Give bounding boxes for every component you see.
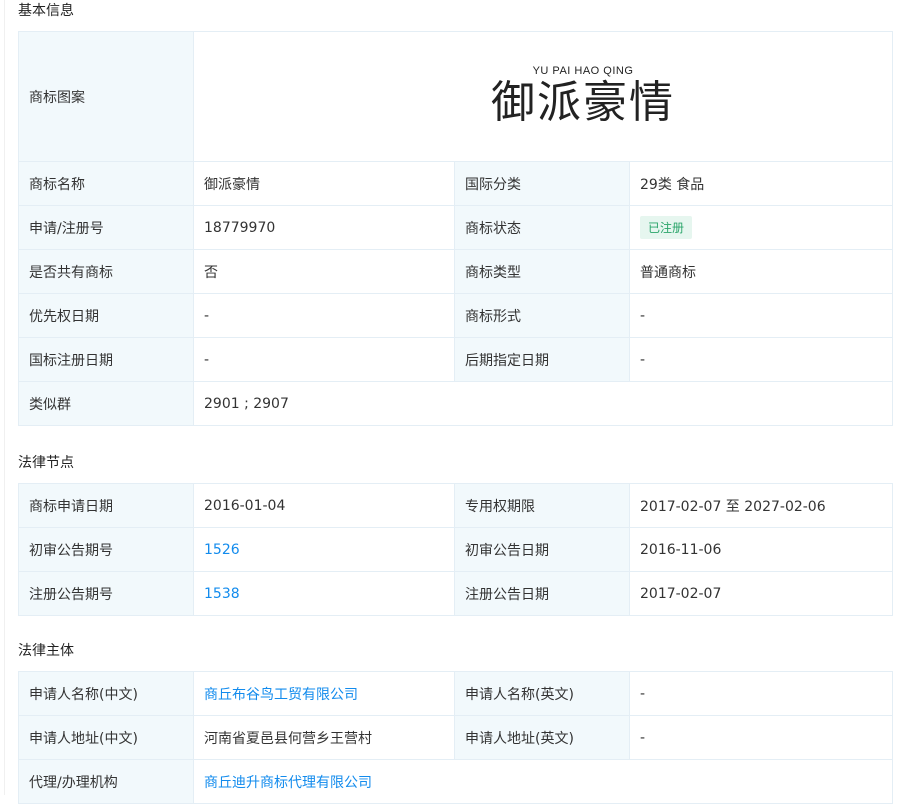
label: 申请人地址(中文) — [18, 715, 194, 760]
value: 否 — [193, 249, 455, 294]
label: 国际分类 — [454, 161, 630, 206]
legal-subject-table: 申请人名称(中文) 商丘布谷鸟工贸有限公司 申请人名称(英文) - 申请人地址(中文)… — [18, 671, 893, 804]
trademark-logo: YU PAI HAO QING 御派豪情 — [193, 31, 893, 162]
label: 类似群 — [18, 381, 194, 426]
table-row: 商标申请日期 2016-01-04 专用权期限 2017-02-07 至 2027-0… — [18, 483, 893, 528]
value: - — [629, 671, 893, 716]
table-row: 类似群 2901 ; 2907 — [18, 381, 893, 426]
label: 商标状态 — [454, 205, 630, 250]
label: 注册公告期号 — [18, 571, 194, 616]
left-divider — [4, 0, 5, 795]
logo-text: 御派豪情 — [491, 76, 675, 128]
label: 申请/注册号 — [18, 205, 194, 250]
value: - — [629, 715, 893, 760]
label: 商标申请日期 — [18, 483, 194, 528]
label: 商标类型 — [454, 249, 630, 294]
value: 2017-02-07 — [629, 571, 893, 616]
label: 初审公告期号 — [18, 527, 194, 572]
value: 河南省夏邑县何营乡王营村 — [193, 715, 455, 760]
agent-link[interactable]: 商丘迪升商标代理有限公司 — [204, 775, 372, 791]
status-badge: 已注册 — [640, 216, 693, 239]
label: 优先权日期 — [18, 293, 194, 338]
table-row: 优先权日期 - 商标形式 - — [18, 293, 893, 338]
label: 代理/办理机构 — [18, 759, 194, 804]
value: 御派豪情 — [193, 161, 455, 206]
table-row: 申请人名称(中文) 商丘布谷鸟工贸有限公司 申请人名称(英文) - — [18, 671, 893, 716]
value: 2016-01-04 — [193, 483, 455, 528]
legal-nodes-table: 商标申请日期 2016-01-04 专用权期限 2017-02-07 至 2027-0… — [18, 483, 893, 616]
announcement-link[interactable]: 1526 — [204, 542, 240, 558]
label: 专用权期限 — [454, 483, 630, 528]
table-row: 初审公告期号 1526 初审公告日期 2016-11-06 — [18, 527, 893, 572]
table-row: 申请/注册号 18779970 商标状态 已注册 — [18, 205, 893, 250]
label: 注册公告日期 — [454, 571, 630, 616]
applicant-link[interactable]: 商丘布谷鸟工贸有限公司 — [204, 687, 358, 703]
value: 普通商标 — [629, 249, 893, 294]
table-row: 商标名称 御派豪情 国际分类 29类 食品 — [18, 161, 893, 206]
table-row: 申请人地址(中文) 河南省夏邑县何营乡王营村 申请人地址(英文) - — [18, 715, 893, 760]
label: 申请人地址(英文) — [454, 715, 630, 760]
announcement-link[interactable]: 1538 — [204, 586, 240, 602]
label: 后期指定日期 — [454, 337, 630, 382]
value: 已注册 — [629, 205, 893, 250]
value: - — [629, 337, 893, 382]
value: - — [629, 293, 893, 338]
label-logo: 商标图案 — [18, 31, 194, 162]
label: 初审公告日期 — [454, 527, 630, 572]
label: 商标形式 — [454, 293, 630, 338]
value: 18779970 — [193, 205, 455, 250]
label: 国标注册日期 — [18, 337, 194, 382]
value: 2017-02-07 至 2027-02-06 — [629, 483, 893, 528]
section-title-subject: 法律主体 — [18, 643, 74, 659]
label: 商标名称 — [18, 161, 194, 206]
value: 2016-11-06 — [629, 527, 893, 572]
label: 是否共有商标 — [18, 249, 194, 294]
table-row: 是否共有商标否商标类型 普通商标 — [18, 249, 893, 294]
section-title-basic: 基本信息 — [18, 3, 74, 19]
value: - — [193, 337, 455, 382]
basic-info-table: 商标图案 YU PAI HAO QING 御派豪情 商标名称 御派豪情 国际分类 29类… — [18, 31, 893, 426]
table-row: 代理/办理机构 商丘迪升商标代理有限公司 — [18, 759, 893, 804]
logo-pinyin: YU PAI HAO QING — [532, 64, 634, 77]
section-title-legal: 法律节点 — [18, 455, 74, 471]
label: 申请人名称(英文) — [454, 671, 630, 716]
value: 2901 ; 2907 — [193, 381, 893, 426]
value: - — [193, 293, 455, 338]
table-row: 国标注册日期 - 后期指定日期 - — [18, 337, 893, 382]
label: 申请人名称(中文) — [18, 671, 194, 716]
table-row: 注册公告期号 1538 注册公告日期 2017-02-07 — [18, 571, 893, 616]
value: 29类 食品 — [629, 161, 893, 206]
